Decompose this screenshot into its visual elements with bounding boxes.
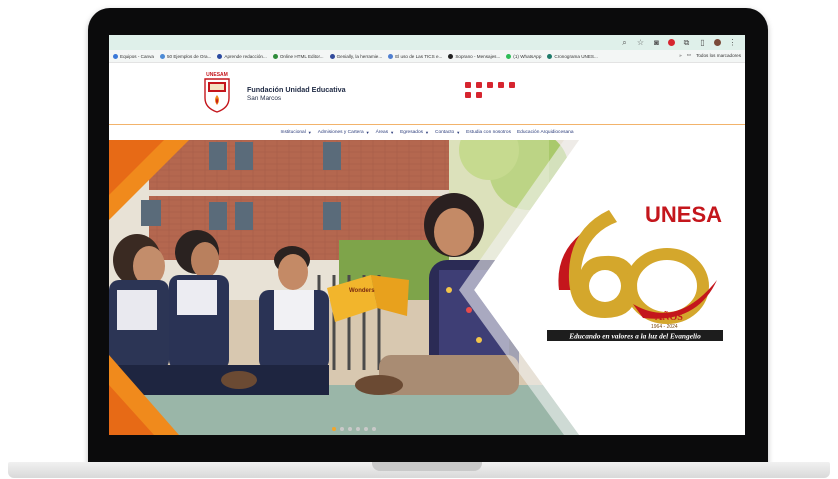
- nav-item[interactable]: Egresados ▼: [400, 130, 429, 135]
- laptop-notch: [372, 462, 482, 471]
- nav-item-label: Egresados: [400, 130, 424, 135]
- nav-item[interactable]: Estudia con nosotros: [466, 130, 511, 135]
- nav-item[interactable]: Institucional ▼: [280, 130, 311, 135]
- bookmark-item[interactable]: Equipos - Canva: [113, 53, 154, 59]
- laptop-mockup: ⌕ ☆ ◙ ⧉ ▯ ⋮ Equipos - Canva 50 Ejemplos d…: [0, 0, 838, 479]
- nav-item[interactable]: Admisiones y Cartera ▼: [318, 130, 370, 135]
- social-icons: [465, 82, 525, 98]
- school-logo[interactable]: UNESAM: [202, 70, 232, 114]
- chevron-down-icon: ▼: [425, 130, 429, 135]
- slider-dot[interactable]: [356, 427, 360, 431]
- site-header: UNESAM Fundación Unidad Educativa San Ma…: [109, 64, 745, 124]
- hero-slider[interactable]: Wonders UNESA AÑOS 1964 - 2024 Educando …: [109, 140, 745, 435]
- bookmark-item[interactable]: Genially, la herramie...: [329, 53, 383, 59]
- nav-item-label: Admisiones y Cartera: [317, 130, 364, 135]
- instagram-icon[interactable]: [465, 82, 471, 88]
- anniversary-badge: UNESAM AÑOS 1964 - 2024 Educando en valo…: [547, 202, 723, 341]
- bookmark-label: Equipos - Canva: [120, 53, 154, 59]
- slider-dot[interactable]: [348, 427, 352, 431]
- bookmark-label: (1) WhatsApp: [513, 53, 542, 59]
- nav-item[interactable]: Educación Arquidiocesana: [517, 130, 574, 135]
- print-icon[interactable]: [476, 92, 482, 98]
- laptop-screen: ⌕ ☆ ◙ ⧉ ▯ ⋮ Equipos - Canva 50 Ejemplos d…: [109, 35, 745, 435]
- slider-dot[interactable]: [332, 427, 336, 431]
- main-nav: Institucional ▼ Admisiones y Cartera ▼ Áreas…: [109, 125, 745, 140]
- book-title: Wonders: [349, 288, 375, 294]
- bookmark-item[interactable]: (1) WhatsApp: [506, 53, 542, 59]
- nav-item[interactable]: Áreas ▼: [376, 130, 395, 135]
- nav-item[interactable]: Contacto ▼: [435, 130, 460, 135]
- chevron-down-icon: ▼: [365, 130, 370, 135]
- zoom-icon[interactable]: ⌕: [620, 38, 629, 47]
- flickr-icon[interactable]: [498, 82, 504, 88]
- browser-address-bar[interactable]: ⌕ ☆ ◙ ⧉ ▯ ⋮: [109, 35, 745, 50]
- hero-slogan: Educando en valores a la luz del Evangel…: [568, 332, 701, 341]
- bookmark-favicon-icon: [388, 53, 394, 59]
- badge-years-range: 1964 - 2024: [651, 324, 678, 330]
- bookmark-label: El uso de Las TICS e...: [395, 53, 443, 59]
- site-subname[interactable]: San Marcos: [247, 95, 346, 102]
- extension-red-icon[interactable]: [668, 39, 675, 46]
- slider-dot[interactable]: [372, 427, 376, 431]
- bookmark-item[interactable]: El uso de Las TICS e...: [388, 53, 443, 59]
- slider-dot[interactable]: [364, 427, 368, 431]
- bookmark-star-icon[interactable]: ☆: [636, 38, 645, 47]
- bookmark-label: Aprende redacción...: [224, 53, 267, 59]
- calendar-icon[interactable]: [509, 82, 515, 88]
- chevron-down-icon: ▼: [456, 130, 461, 135]
- camera-icon[interactable]: ◙: [652, 38, 661, 47]
- bookmark-favicon-icon: [448, 53, 454, 59]
- slider-dots: [332, 427, 376, 431]
- bookmark-favicon-icon: [272, 53, 278, 59]
- bookmark-item[interactable]: Online HTML Editor...: [272, 53, 324, 59]
- slider-dot[interactable]: [340, 427, 344, 431]
- bookmark-label: 50 Ejemplos de Ora...: [166, 53, 212, 59]
- chevron-down-icon: ▼: [390, 130, 395, 135]
- nav-item-label: Áreas: [375, 130, 389, 135]
- bookmark-label: Online HTML Editor...: [279, 53, 324, 59]
- nav-item-label: Institucional: [280, 130, 306, 135]
- menu-icon[interactable]: ⋮: [728, 38, 737, 47]
- badge-title: UNESAM: [645, 202, 723, 227]
- mail-icon[interactable]: [465, 92, 471, 98]
- bookmark-favicon-icon: [506, 53, 512, 59]
- bookmark-item[interactable]: 50 Ejemplos de Ora...: [159, 53, 212, 59]
- nav-item-label: Estudia con nosotros: [466, 130, 511, 135]
- youtube-icon[interactable]: [487, 82, 493, 88]
- bookmark-favicon-icon: [547, 53, 553, 59]
- bookmark-label: Cronograma UNES...: [554, 53, 598, 59]
- chevron-down-icon: ▼: [307, 130, 312, 135]
- bookmark-favicon-icon: [217, 53, 223, 59]
- site-name[interactable]: Fundación Unidad Educativa: [247, 85, 346, 94]
- bookmark-label: Soprano - Mensajes...: [455, 53, 501, 59]
- bookmark-favicon-icon: [113, 53, 118, 59]
- bookmark-favicon-icon: [329, 53, 335, 59]
- sidebar-icon[interactable]: ▯: [698, 38, 707, 47]
- folder-icon: ▭: [686, 52, 692, 57]
- badge-years-label: AÑOS: [655, 311, 683, 323]
- nav-item-label: Contacto: [435, 130, 455, 135]
- logo-text: UNESAM: [206, 72, 228, 78]
- profile-avatar-icon[interactable]: [714, 39, 721, 46]
- bookmark-item[interactable]: Cronograma UNES...: [547, 53, 598, 59]
- all-bookmarks-link[interactable]: Todos los marcadores: [696, 53, 741, 58]
- bookmarks-bar: Equipos - Canva 50 Ejemplos de Ora... Apre…: [109, 50, 745, 63]
- more-bookmarks-button[interactable]: »: [679, 53, 682, 58]
- bookmark-label: Genially, la herramie...: [336, 53, 383, 59]
- nav-item-label: Educación Arquidiocesana: [516, 130, 574, 135]
- facebook-icon[interactable]: [476, 82, 482, 88]
- bookmark-favicon-icon: [159, 53, 165, 59]
- puzzle-icon[interactable]: ⧉: [682, 38, 691, 47]
- bookmark-item[interactable]: Aprende redacción...: [217, 53, 267, 59]
- bookmark-item[interactable]: Soprano - Mensajes...: [448, 53, 501, 59]
